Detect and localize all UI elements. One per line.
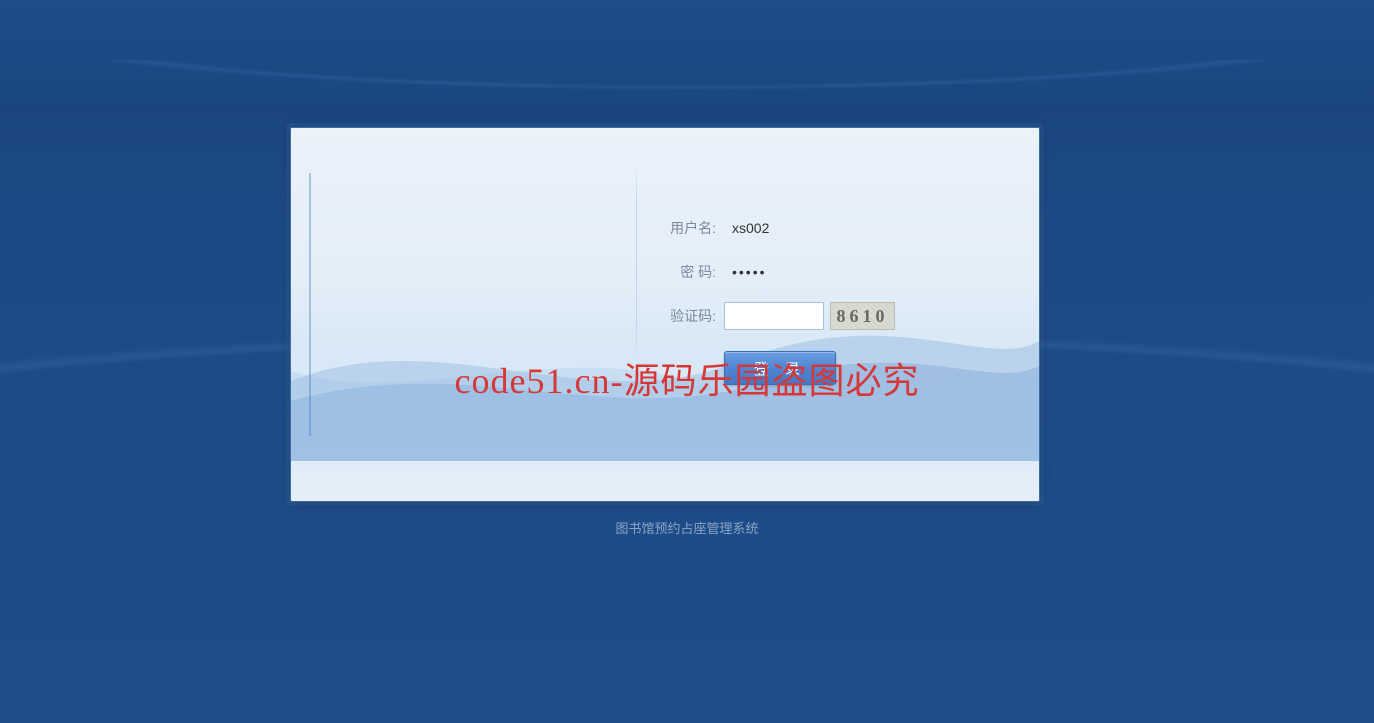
username-row: 用户名: (661, 213, 1001, 243)
captcha-image-text: 8610 (837, 306, 889, 327)
username-input[interactable] (724, 214, 969, 242)
username-label: 用户名: (661, 218, 716, 238)
password-input[interactable] (724, 258, 969, 286)
password-label: 密 码: (661, 262, 716, 282)
login-form: 用户名: 密 码: 验证码: 8610 登 录 (661, 213, 1001, 385)
captcha-row: 验证码: 8610 (661, 301, 1001, 331)
footer-text: 图书馆预约占座管理系统 (0, 518, 1374, 537)
password-row: 密 码: (661, 257, 1001, 287)
captcha-input[interactable] (724, 302, 824, 330)
login-button[interactable]: 登 录 (724, 351, 836, 385)
login-panel: 用户名: 密 码: 验证码: 8610 登 录 (290, 127, 1040, 502)
left-accent-line (309, 173, 311, 436)
vertical-divider (636, 163, 637, 363)
captcha-label: 验证码: (661, 306, 716, 326)
captcha-image[interactable]: 8610 (830, 302, 895, 330)
